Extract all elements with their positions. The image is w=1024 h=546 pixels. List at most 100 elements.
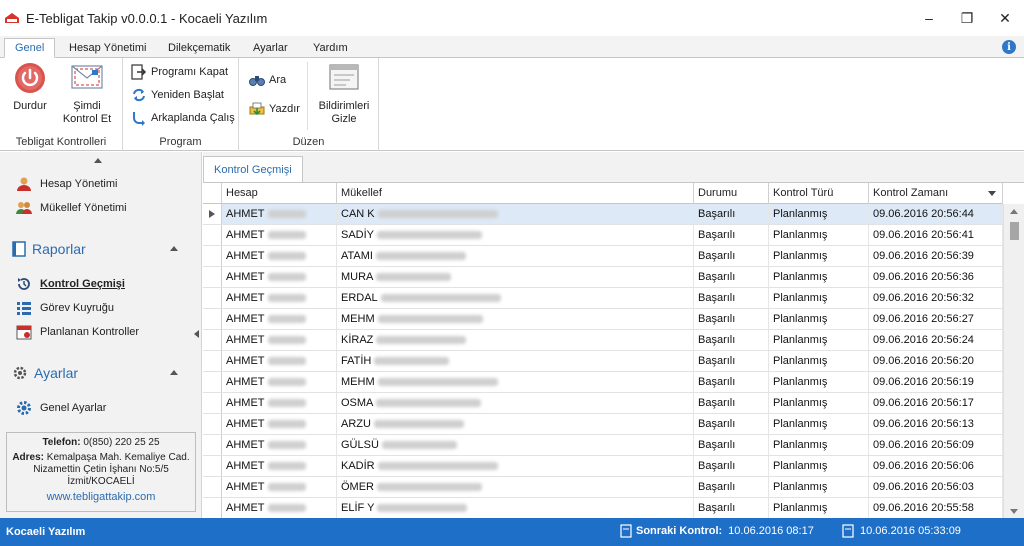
table-row[interactable]: AHMET MEHM Başarılı Planlanmış 09.06.2016 20… <box>203 372 1003 393</box>
table-row[interactable]: AHMET KİRAZ Başarılı Planlanmış 09.06.2016 2… <box>203 330 1003 351</box>
contact-info: Telefon: 0(850) 220 25 25 Adres: Kemalpa… <box>6 432 196 512</box>
cell-mukellef-text: KİRAZ <box>341 334 374 346</box>
cell-hesap: AHMET <box>222 372 337 392</box>
cell-tur-text: Planlanmış <box>773 355 828 367</box>
table-row[interactable]: AHMET FATİH Başarılı Planlanmış 09.06.2016 2… <box>203 351 1003 372</box>
history-grid: Hesap Mükellef Durumu Kontrol Türü Kontr… <box>203 182 1024 518</box>
close-button[interactable]: ✕ <box>986 0 1024 36</box>
stop-button[interactable]: Durdur <box>10 62 50 113</box>
sidebar-item-kontrol-gecmisi[interactable]: Kontrol Geçmişi <box>16 275 125 293</box>
sidebar-item-planlanan-kontroller[interactable]: Planlanan Kontroller <box>16 323 139 341</box>
cell-mukellef: KİRAZ <box>337 330 694 350</box>
table-row[interactable]: AHMET ELİF Y Başarılı Planlanmış 09.06.2016 … <box>203 498 1003 518</box>
column-header-hesap[interactable]: Hesap <box>222 183 337 204</box>
cell-mukellef-text: ERDAL <box>341 292 378 304</box>
cell-zaman-text: 09.06.2016 20:56:24 <box>873 334 974 346</box>
sidebar-item-genel-ayarlar[interactable]: Genel Ayarlar <box>16 399 106 417</box>
cell-mukellef-text: ATAMI <box>341 250 373 262</box>
tab-yardim[interactable]: Yardım <box>313 39 348 59</box>
row-indicator <box>203 393 222 413</box>
column-header-kontrol-zamani-label: Kontrol Zamanı <box>873 187 949 199</box>
column-header-mukellef[interactable]: Mükellef <box>337 183 694 204</box>
table-row[interactable]: AHMET ERDAL Başarılı Planlanmış 09.06.2016 2… <box>203 288 1003 309</box>
sidebar-item-label: Planlanan Kontroller <box>40 326 140 338</box>
table-row[interactable]: AHMET MEHM Başarılı Planlanmış 09.06.2016 20… <box>203 309 1003 330</box>
cell-durum: Başarılı <box>694 204 769 224</box>
cell-mukellef-text: ÖMER <box>341 481 374 493</box>
company-name: Kocaeli Yazılım <box>6 526 86 538</box>
redacted-text <box>377 315 483 324</box>
collapse-up-icon[interactable] <box>94 158 102 163</box>
calendar-icon <box>16 325 32 340</box>
clock-icon <box>842 524 854 538</box>
cell-hesap: AHMET <box>222 456 337 476</box>
table-row[interactable]: AHMET MURA Başarılı Planlanmış 09.06.2016 20… <box>203 267 1003 288</box>
cell-mukellef: ÖMER <box>337 477 694 497</box>
table-row[interactable]: AHMET KADİR Başarılı Planlanmış 09.06.2016 2… <box>203 456 1003 477</box>
check-now-button[interactable]: Şimdi Kontrol Et <box>58 62 116 126</box>
collapse-ayarlar-icon[interactable] <box>170 370 178 375</box>
column-header-kontrol-turu[interactable]: Kontrol Türü <box>769 183 869 204</box>
ribbon-tabs: Genel Hesap Yönetimi Dilekçematik Ayarla… <box>0 36 1024 58</box>
sidebar-item-hesap-yonetimi[interactable]: Hesap Yönetimi <box>16 175 117 193</box>
sidebar-item-gorev-kuyrugu[interactable]: Görev Kuyruğu <box>16 299 114 317</box>
tab-dilekcematik[interactable]: Dilekçematik <box>168 39 230 59</box>
cell-durum-text: Başarılı <box>698 397 736 409</box>
sidebar-item-mukellef-yonetimi[interactable]: Mükellef Yönetimi <box>16 199 127 217</box>
minimize-button[interactable]: – <box>910 0 948 36</box>
cell-tur: Planlanmış <box>769 225 869 245</box>
cell-zaman: 09.06.2016 20:56:13 <box>869 414 1003 434</box>
run-background-button[interactable]: Arkaplanda Çalış <box>131 108 235 128</box>
search-button[interactable]: Ara <box>249 70 286 90</box>
table-row[interactable]: AHMET GÜLSÜ Başarılı Planlanmış 09.06.2016 2… <box>203 435 1003 456</box>
section-raporlar[interactable]: Raporlar <box>12 238 86 260</box>
check-now-label-1: Şimdi <box>73 100 101 112</box>
collapse-raporlar-icon[interactable] <box>170 246 178 251</box>
close-program-button[interactable]: Programı Kapat <box>131 62 228 82</box>
row-indicator <box>203 246 222 266</box>
close-program-label: Programı Kapat <box>151 66 229 78</box>
table-row[interactable]: AHMET CAN K Başarılı Planlanmış 09.06.2016 2… <box>203 204 1003 225</box>
tab-hesap-yonetimi[interactable]: Hesap Yönetimi <box>69 39 146 59</box>
column-header-kontrol-zamani[interactable]: Kontrol Zamanı <box>869 183 1003 204</box>
tab-genel[interactable]: Genel <box>4 38 56 58</box>
table-row[interactable]: AHMET ARZU Başarılı Planlanmış 09.06.2016 20… <box>203 414 1003 435</box>
table-row[interactable]: AHMET SADİY Başarılı Planlanmış 09.06.2016 2… <box>203 225 1003 246</box>
redacted-text <box>267 231 306 240</box>
cell-tur: Planlanmış <box>769 372 869 392</box>
cell-tur-text: Planlanmış <box>773 229 828 241</box>
section-ayarlar[interactable]: Ayarlar <box>12 362 78 384</box>
redacted-text <box>377 231 483 240</box>
redacted-text <box>267 483 306 492</box>
vertical-scrollbar[interactable] <box>1003 204 1024 518</box>
website-link[interactable]: www.tebligattakip.com <box>11 491 191 503</box>
sidebar-item-label: Hesap Yönetimi <box>40 178 118 190</box>
run-background-label: Arkaplanda Çalış <box>151 112 235 124</box>
restore-button[interactable]: ❐ <box>948 0 986 36</box>
info-icon[interactable]: i <box>1002 40 1016 54</box>
check-now-label-2: Kontrol Et <box>62 113 112 125</box>
column-header-durumu[interactable]: Durumu <box>694 183 769 204</box>
scroll-down-icon[interactable] <box>1010 509 1018 514</box>
table-row[interactable]: AHMET ÖMER Başarılı Planlanmış 09.06.2016 20… <box>203 477 1003 498</box>
cell-hesap: AHMET <box>222 330 337 350</box>
cell-durum-text: Başarılı <box>698 292 736 304</box>
cell-durum-text: Başarılı <box>698 334 736 346</box>
table-row[interactable]: AHMET ATAMI Başarılı Planlanmış 09.06.2016 2… <box>203 246 1003 267</box>
restart-button[interactable]: Yeniden Başlat <box>131 85 224 105</box>
cell-durum: Başarılı <box>694 351 769 371</box>
collapse-sidebar-icon[interactable] <box>194 330 199 338</box>
scroll-thumb[interactable] <box>1010 222 1019 240</box>
tab-kontrol-gecmisi[interactable]: Kontrol Geçmişi <box>203 156 303 182</box>
table-row[interactable]: AHMET OSMA Başarılı Planlanmış 09.06.2016 20… <box>203 393 1003 414</box>
cell-hesap-text: AHMET <box>226 250 265 262</box>
print-button[interactable]: Yazdır <box>249 99 300 119</box>
cell-durum-text: Başarılı <box>698 502 736 514</box>
cell-durum: Başarılı <box>694 246 769 266</box>
cell-hesap: AHMET <box>222 288 337 308</box>
scroll-up-icon[interactable] <box>1010 209 1018 214</box>
cell-zaman-text: 09.06.2016 20:56:41 <box>873 229 974 241</box>
tab-ayarlar[interactable]: Ayarlar <box>253 39 288 59</box>
hide-notifications-button[interactable]: Bildirimleri Gizle <box>313 62 375 126</box>
group-duzen: Ara Yazdır Bildirimleri Gizle Düzen <box>239 58 379 151</box>
